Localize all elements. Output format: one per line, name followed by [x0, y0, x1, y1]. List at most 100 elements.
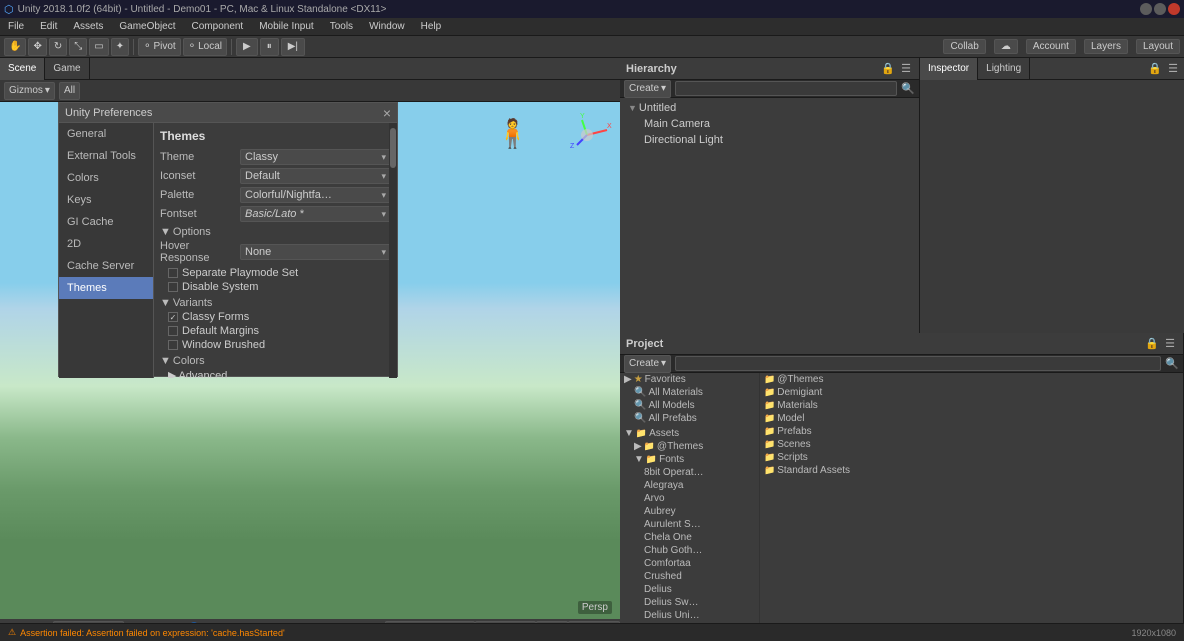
options-toggle[interactable]: ▼ Options [160, 226, 391, 238]
project-lock-icon[interactable]: 🔒 [1145, 337, 1159, 351]
inspector-header-icons: 🔒 ☰ [1148, 62, 1184, 76]
prefs-scrollbar-thumb[interactable] [390, 128, 396, 168]
tree-alegraya[interactable]: Alegraya [620, 479, 759, 492]
move-tool-button[interactable]: ✥ [28, 38, 46, 56]
inspector-menu-icon[interactable]: ☰ [1166, 62, 1180, 76]
hierarchy-create-button[interactable]: Create ▾ [624, 80, 671, 98]
asset-scenes[interactable]: 📁 Scenes [760, 438, 1183, 451]
asset-materials[interactable]: 📁 Materials [760, 399, 1183, 412]
tree-assets[interactable]: ▼ 📁 Assets [620, 427, 759, 440]
tree-chela[interactable]: Chela One [620, 531, 759, 544]
all-layers-button[interactable]: All [59, 82, 80, 100]
prefs-nav-general[interactable]: General [59, 123, 153, 145]
tree-8bit[interactable]: 8bit Operat… [620, 466, 759, 479]
tree-all-prefabs[interactable]: 🔍 All Prefabs [620, 412, 759, 425]
tree-aurulent[interactable]: Aurulent S… [620, 518, 759, 531]
project-create-button[interactable]: Create ▾ [624, 355, 671, 373]
tree-fonts[interactable]: ▼ 📁 Fonts [620, 453, 759, 466]
menu-file[interactable]: File [4, 21, 28, 32]
prefs-nav-cache-server[interactable]: Cache Server [59, 255, 153, 277]
pivot-button[interactable]: ⚬ Pivot [138, 38, 181, 56]
hierarchy-menu-icon[interactable]: ☰ [899, 62, 913, 76]
tree-delius[interactable]: Delius [620, 583, 759, 596]
tab-game[interactable]: Game [45, 58, 89, 80]
maximize-button[interactable] [1154, 3, 1166, 15]
asset-scripts[interactable]: 📁 Scripts [760, 451, 1183, 464]
asset-prefabs[interactable]: 📁 Prefabs [760, 425, 1183, 438]
menu-help[interactable]: Help [417, 21, 446, 32]
prefs-nav-colors[interactable]: Colors [59, 167, 153, 189]
layout-button[interactable]: Layout [1136, 39, 1180, 54]
prefs-nav-keys[interactable]: Keys [59, 189, 153, 211]
tree-all-materials[interactable]: 🔍 All Materials [620, 386, 759, 399]
asset-model[interactable]: 📁 Model [760, 412, 1183, 425]
variants-toggle[interactable]: ▼ Variants [160, 297, 391, 309]
play-button[interactable]: ▶ [236, 38, 258, 56]
collab-button[interactable]: Collab [943, 39, 985, 54]
gizmos-button[interactable]: Gizmos ▾ [4, 82, 55, 100]
asset-demigiant[interactable]: 📁 Demigiant [760, 386, 1183, 399]
step-button[interactable]: ▶| [281, 38, 305, 56]
disable-system-checkbox[interactable] [168, 282, 178, 292]
menu-gameobject[interactable]: GameObject [115, 21, 179, 32]
cloud-button[interactable]: ☁ [994, 39, 1018, 54]
tree-themes[interactable]: ▶ 📁 @Themes [620, 440, 759, 453]
tab-lighting[interactable]: Lighting [978, 58, 1030, 80]
default-margins-checkbox[interactable] [168, 326, 178, 336]
preferences-close-button[interactable]: × [383, 105, 391, 121]
hierarchy-search-input[interactable] [675, 81, 897, 96]
menu-window[interactable]: Window [365, 21, 409, 32]
prefs-nav-themes[interactable]: Themes [59, 277, 153, 299]
hierarchy-lock-icon[interactable]: 🔒 [881, 62, 895, 76]
hierarchy-item-untitled[interactable]: ▼ Untitled [624, 100, 915, 116]
menu-assets[interactable]: Assets [69, 21, 107, 32]
theme-dropdown[interactable]: Classy ▾ [240, 149, 391, 165]
prefs-nav-2d[interactable]: 2D [59, 233, 153, 255]
tree-favorites[interactable]: ▶ ★ Favorites [620, 373, 759, 386]
prefs-nav-gi-cache[interactable]: GI Cache [59, 211, 153, 233]
account-button[interactable]: Account [1026, 39, 1076, 54]
tree-all-models[interactable]: 🔍 All Models [620, 399, 759, 412]
palette-dropdown[interactable]: Colorful/Nightfa… ▾ [240, 187, 391, 203]
layers-button[interactable]: Layers [1084, 39, 1128, 54]
scale-tool-button[interactable]: ⤡ [69, 38, 87, 56]
prefs-nav-external-tools[interactable]: External Tools [59, 145, 153, 167]
iconset-dropdown[interactable]: Default ▾ [240, 168, 391, 184]
menu-edit[interactable]: Edit [36, 21, 61, 32]
rotate-tool-button[interactable]: ↻ [49, 38, 67, 56]
tree-crushed[interactable]: Crushed [620, 570, 759, 583]
tree-delius-sw[interactable]: Delius Sw… [620, 596, 759, 609]
tree-aubrey[interactable]: Aubrey [620, 505, 759, 518]
menu-tools[interactable]: Tools [326, 21, 357, 32]
hierarchy-item-directional-light[interactable]: Directional Light [624, 132, 915, 148]
window-brushed-checkbox[interactable] [168, 340, 178, 350]
prefs-scrollbar[interactable] [389, 123, 397, 378]
classy-forms-checkbox[interactable]: ✓ [168, 312, 178, 322]
hierarchy-item-main-camera[interactable]: Main Camera [624, 116, 915, 132]
minimize-button[interactable] [1140, 3, 1152, 15]
tree-comfortaa[interactable]: Comfortaa [620, 557, 759, 570]
fontset-dropdown[interactable]: Basic/Lato * ▾ [240, 206, 391, 222]
menu-component[interactable]: Component [188, 21, 248, 32]
separate-playmode-checkbox[interactable] [168, 268, 178, 278]
close-button[interactable] [1168, 3, 1180, 15]
tab-inspector[interactable]: Inspector [920, 58, 978, 80]
pause-button[interactable]: ⏸ [260, 38, 279, 56]
inspector-lock-icon[interactable]: 🔒 [1148, 62, 1162, 76]
hand-tool-button[interactable]: ✋ [4, 38, 26, 56]
menu-mobile-input[interactable]: Mobile Input [255, 21, 317, 32]
project-search-input[interactable] [675, 356, 1161, 371]
tree-arvo[interactable]: Arvo [620, 492, 759, 505]
svg-text:Y: Y [580, 113, 585, 120]
colors-toggle[interactable]: ▼ Colors [160, 355, 391, 367]
rect-tool-button[interactable]: ▭ [89, 38, 108, 56]
combined-tool-button[interactable]: ✦ [111, 38, 129, 56]
asset-standard-assets[interactable]: 📁 Standard Assets [760, 464, 1183, 477]
hover-response-dropdown[interactable]: None ▾ [240, 244, 391, 260]
asset-themes[interactable]: 📁 @Themes [760, 373, 1183, 386]
project-menu-icon[interactable]: ☰ [1163, 337, 1177, 351]
tab-scene[interactable]: Scene [0, 58, 45, 80]
local-button[interactable]: ⚬ Local [183, 38, 227, 56]
tree-chub[interactable]: Chub Goth… [620, 544, 759, 557]
tree-delius-uni[interactable]: Delius Uni… [620, 609, 759, 622]
